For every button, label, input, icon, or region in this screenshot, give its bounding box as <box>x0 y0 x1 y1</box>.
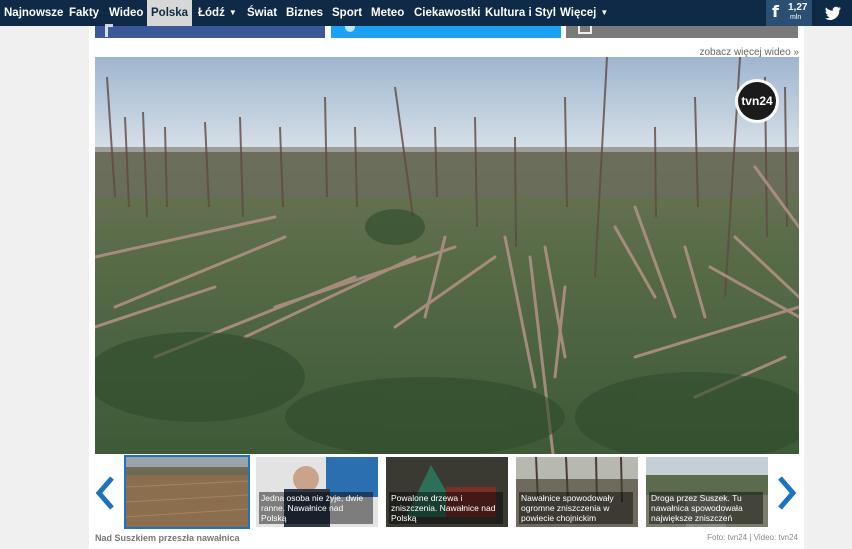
chevron-right-icon <box>778 476 797 510</box>
thumbnail-caption: Powalone drzewa i zniszczenia. Nawałnice… <box>389 492 503 524</box>
chevron-left-icon <box>95 476 114 510</box>
nav-item-biznes[interactable]: Biznes <box>286 0 323 26</box>
nav-label: Sport <box>332 7 363 19</box>
media-credit: Foto: tvn24 | Video: tvn24 <box>707 533 798 542</box>
tvn24-logo: tvn24 <box>735 79 779 123</box>
facebook-fans-count: 1,27 <box>788 2 808 13</box>
nav-label: Ciekawostki <box>414 7 481 19</box>
twitter-share-button[interactable] <box>331 26 561 38</box>
nav-item-wideo[interactable]: Wideo <box>109 0 143 26</box>
carousel-next-button[interactable] <box>773 475 799 511</box>
thumbnail-caption: Droga przez Suszek. Tu nawałnica spowodo… <box>649 492 763 524</box>
facebook-fans-unit: mln <box>790 14 802 21</box>
article-content: zobacz więcej wideo » tvn24 Jedna osoba … <box>89 24 804 549</box>
facebook-icon: f <box>772 2 779 21</box>
nav-label: Świat <box>247 7 278 19</box>
nav-item-polska[interactable]: Polska <box>147 0 193 26</box>
video-caption: Nad Suszkiem przeszła nawałnica <box>95 533 240 543</box>
nav-item-najnowsze[interactable]: Najnowsze <box>4 0 63 26</box>
nav-item-ciekawostki[interactable]: Ciekawostki <box>414 0 480 26</box>
forest-damage-video-frame: tvn24 <box>95 57 799 454</box>
nav-item-fakty[interactable]: Fakty <box>69 0 99 26</box>
carousel-thumb-2[interactable]: Jedna osoba nie żyje, dwie ranne. Nawałn… <box>256 457 378 527</box>
twitter-icon <box>345 26 355 32</box>
nav-item-sport[interactable]: Sport <box>332 0 362 26</box>
carousel-thumb-4[interactable]: Nawałnice spowodowały ogromne zniszczeni… <box>516 457 638 527</box>
email-share-button[interactable] <box>566 26 798 38</box>
nav-label: Kultura i Styl <box>485 7 556 19</box>
video-player[interactable]: tvn24 <box>95 57 799 454</box>
video-carousel: Jedna osoba nie żyje, dwie ranne. Nawałn… <box>89 455 804 533</box>
twitter-link[interactable] <box>812 0 852 26</box>
nav-label: Meteo <box>371 7 405 19</box>
facebook-link[interactable]: f 1,27 mln <box>766 0 812 26</box>
top-navigation: Najnowsze Fakty Wideo Polska Łódź ▼ Świat… <box>0 0 852 26</box>
carousel-thumb-5[interactable]: Droga przez Suszek. Tu nawałnica spowodo… <box>646 457 768 527</box>
twitter-icon <box>825 6 841 20</box>
nav-item-wiecej[interactable]: Więcej ▼ <box>560 0 608 26</box>
nav-label: Fakty <box>69 7 100 19</box>
thumbnail-caption: Nawałnice spowodowały ogromne zniszczeni… <box>519 492 633 524</box>
carousel-prev-button[interactable] <box>93 475 119 511</box>
nav-label: Wideo <box>109 7 144 19</box>
thumbnail-caption: Jedna osoba nie żyje, dwie ranne. Nawałn… <box>259 492 373 524</box>
nav-label: Biznes <box>286 7 324 19</box>
tvn24-logo-text: tvn24 <box>741 94 773 108</box>
nav-item-swiat[interactable]: Świat <box>247 0 277 26</box>
nav-item-kultura-i-styl[interactable]: Kultura i Styl <box>485 0 556 26</box>
chevron-down-icon: ▼ <box>600 8 609 17</box>
nav-label: Łódź <box>198 7 225 20</box>
nav-label: Polska <box>151 7 189 19</box>
carousel-thumb-3[interactable]: Powalone drzewa i zniszczenia. Nawałnice… <box>386 457 508 527</box>
facebook-share-button[interactable] <box>95 24 325 38</box>
chevron-down-icon: ▼ <box>228 8 237 17</box>
nav-item-lodz[interactable]: Łódź ▼ <box>198 0 237 26</box>
carousel-thumb-1[interactable] <box>124 455 250 529</box>
nav-item-meteo[interactable]: Meteo <box>371 0 404 26</box>
thumbnail-image <box>126 457 248 527</box>
facebook-icon <box>105 24 113 37</box>
envelope-icon <box>578 26 592 34</box>
nav-label: Więcej <box>560 7 597 20</box>
nav-label: Najnowsze <box>4 7 64 19</box>
